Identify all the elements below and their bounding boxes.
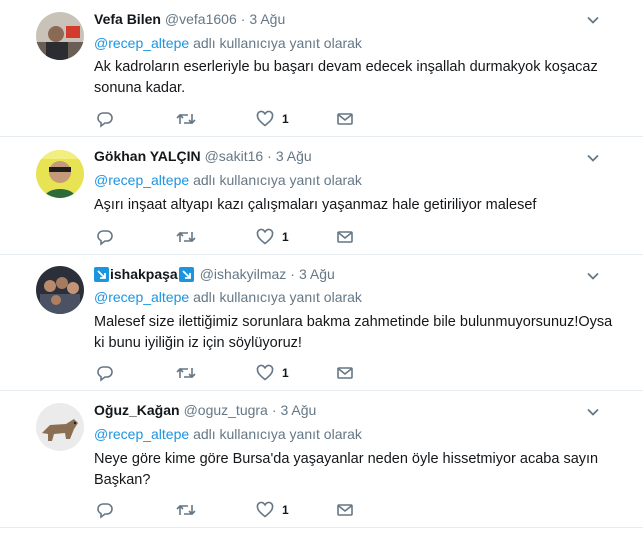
timestamp[interactable]: 3 Ağu [281,402,317,418]
reply-mention-link[interactable]: @recep_altepe [94,172,189,188]
reply-button[interactable] [96,364,114,382]
separator: · [267,148,272,164]
like-button[interactable]: 1 [256,501,289,519]
direct-message-button[interactable] [336,364,354,382]
tweet-header: Oğuz_Kağan @oguz_tugra · 3 Ağu [94,402,316,418]
reply-button[interactable] [96,228,114,246]
retweet-button[interactable] [176,501,196,519]
person-avatar-icon [36,12,84,60]
retweet-icon [176,504,196,516]
reply-icon [97,230,113,246]
timestamp[interactable]: 3 Ağu [249,11,285,27]
user-handle[interactable]: @oguz_tugra [184,402,268,418]
retweet-button[interactable] [176,364,196,382]
display-name[interactable]: Gökhan YALÇIN [94,148,201,164]
tweet-actions: 1 [96,228,366,246]
tweet-header: Vefa Bilen @vefa1606 · 3 Ağu [94,11,285,27]
retweet-icon [176,231,196,243]
tweet-header: ishakpaşa @ishakyilmaz · 3 Ağu [94,266,335,282]
direct-message-button[interactable] [336,228,354,246]
reply-button[interactable] [96,501,114,519]
reply-button[interactable] [96,110,114,128]
arrow-badge-icon [178,266,194,282]
avatar[interactable] [36,150,84,198]
tweet[interactable]: Oğuz_Kağan @oguz_tugra · 3 Ağu @recep_al… [0,391,643,528]
timestamp[interactable]: 3 Ağu [276,148,312,164]
like-icon [256,110,274,127]
timestamp[interactable]: 3 Ağu [299,266,335,282]
reply-context: @recep_altepe adlı kullanıcıya yanıt ola… [94,172,362,188]
tweet[interactable]: ishakpaşa @ishakyilmaz · 3 Ağu @recep_al… [0,255,643,391]
reply-mention-link[interactable]: @recep_altepe [94,289,189,305]
display-name[interactable]: ishakpaşa [110,266,178,282]
separator: · [290,266,295,282]
reply-context: @recep_altepe adlı kullanıcıya yanıt ola… [94,35,362,51]
reply-context-label: adlı kullanıcıya yanıt olarak [193,289,362,305]
like-icon [256,364,274,381]
separator: · [240,11,246,27]
chevron-down-icon[interactable] [586,405,600,419]
reply-mention-link[interactable]: @recep_altepe [94,35,189,51]
display-name[interactable]: Oğuz_Kağan [94,402,180,418]
like-icon [256,501,274,518]
reply-icon [97,112,113,128]
like-button[interactable]: 1 [256,110,289,128]
user-handle[interactable]: @ishakyilmaz [200,266,287,282]
reply-context-label: adlı kullanıcıya yanıt olarak [193,426,362,442]
tweet-text: Malesef size ilettiğimiz sorunlara bakma… [94,314,613,351]
tweet-actions: 1 [96,364,366,382]
tweet-actions: 1 [96,501,366,519]
separator: · [271,402,277,418]
user-handle[interactable]: @vefa1606 [165,11,237,27]
like-icon [256,228,274,245]
avatar[interactable] [36,266,84,314]
like-button[interactable]: 1 [256,364,289,382]
tweet-actions: 1 [96,110,366,128]
retweet-button[interactable] [176,228,196,246]
like-count: 1 [282,503,289,517]
direct-message-icon [337,113,353,125]
direct-message-button[interactable] [336,110,354,128]
tweet-header: Gökhan YALÇIN @sakit16 · 3 Ağu [94,148,312,164]
like-count: 1 [282,230,289,244]
group-photo-avatar-icon [36,266,84,314]
tweet[interactable]: Vefa Bilen @vefa1606 · 3 Ağu @recep_alte… [0,0,643,137]
chevron-down-icon[interactable] [586,269,600,283]
arrow-badge-icon [94,266,109,282]
chevron-down-icon[interactable] [586,13,600,27]
direct-message-icon [337,367,353,379]
retweet-icon [176,367,196,379]
retweet-icon [176,113,196,125]
chevron-down-icon[interactable] [586,151,600,165]
direct-message-icon [337,504,353,516]
user-handle[interactable]: @sakit16 [205,148,264,164]
retweet-button[interactable] [176,110,196,128]
like-button[interactable]: 1 [256,228,289,246]
reply-mention-link[interactable]: @recep_altepe [94,426,189,442]
display-name[interactable]: Vefa Bilen [94,11,161,27]
person-avatar-icon [36,150,84,198]
direct-message-button[interactable] [336,501,354,519]
avatar[interactable] [36,403,84,451]
reply-icon [97,366,113,382]
reply-context: @recep_altepe adlı kullanıcıya yanıt ola… [94,426,362,442]
direct-message-icon [337,231,353,243]
tweet[interactable]: Gökhan YALÇIN @sakit16 · 3 Ağu @recep_al… [0,137,643,255]
reply-icon [97,503,113,519]
like-count: 1 [282,112,289,126]
wolf-avatar-icon [36,403,84,451]
reply-context: @recep_altepe adlı kullanıcıya yanıt ola… [94,289,362,305]
tweet-text: Aşırı inşaat altyapı kazı çalışmaları ya… [94,197,537,213]
tweet-text: Neye göre kime göre Bursa'da yaşayanlar … [94,451,599,488]
like-count: 1 [282,366,289,380]
avatar[interactable] [36,12,84,60]
reply-context-label: adlı kullanıcıya yanıt olarak [193,172,362,188]
reply-context-label: adlı kullanıcıya yanıt olarak [193,35,362,51]
tweet-text: Ak kadroların eserleriyle bu başarı deva… [94,59,598,96]
